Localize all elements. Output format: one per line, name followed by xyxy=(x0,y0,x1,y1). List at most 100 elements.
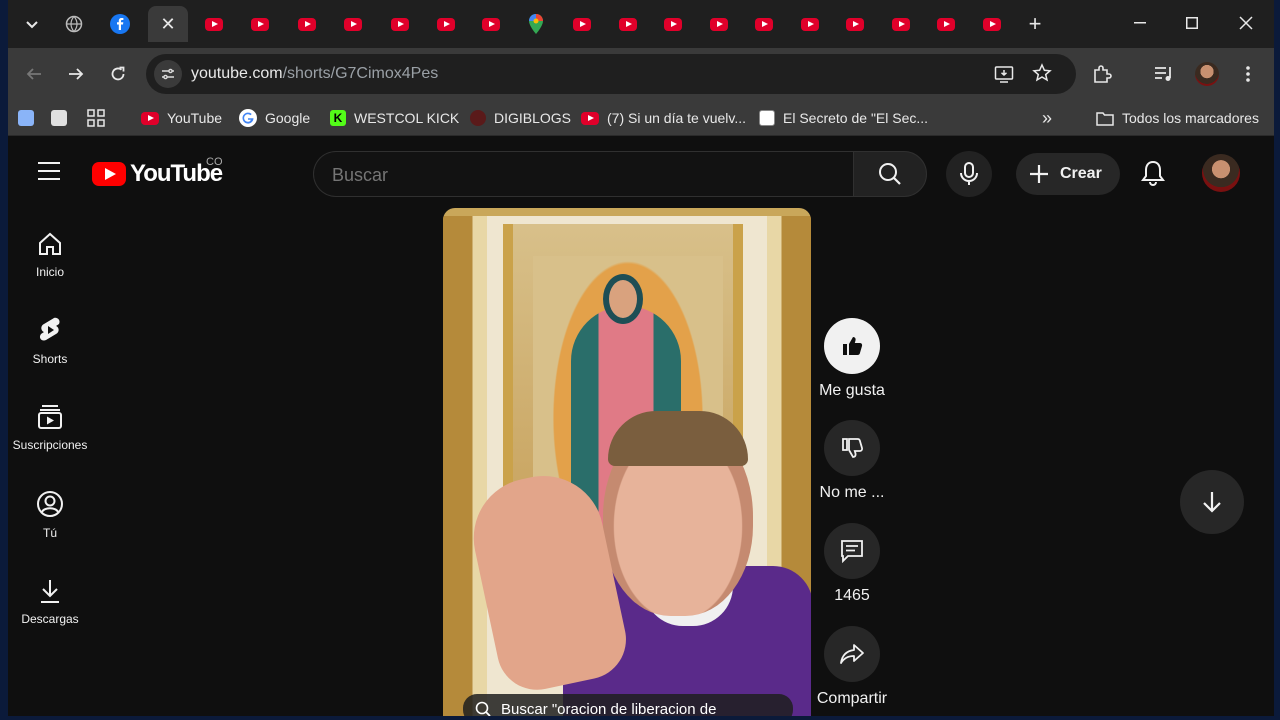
youtube-tab[interactable] xyxy=(566,8,598,40)
bookmarks-bar: YouTube Google K WESTCOL KICK DIGIBLOGS … xyxy=(8,100,1274,136)
like-button[interactable] xyxy=(824,318,880,374)
close-icon xyxy=(1239,16,1253,30)
bookmark-star-icon[interactable] xyxy=(1032,63,1052,88)
address-bar[interactable]: youtube.com/shorts/G7Cimox4Pes xyxy=(146,54,1076,94)
short-search-text: Buscar "oracion de liberacion de xyxy=(501,700,717,717)
bookmark-label: Todos los marcadores xyxy=(1122,110,1259,126)
apps-grid-button[interactable] xyxy=(87,108,105,128)
youtube-tab[interactable] xyxy=(976,8,1008,40)
account-avatar[interactable] xyxy=(1202,154,1240,192)
youtube-tab[interactable] xyxy=(657,8,689,40)
bookmark-westcol-kick[interactable]: K WESTCOL KICK xyxy=(330,108,459,128)
bookmark-youtube[interactable]: YouTube xyxy=(141,108,222,128)
voice-search-button[interactable] xyxy=(946,151,992,197)
globe-icon xyxy=(65,15,83,33)
youtube-icon xyxy=(391,17,409,31)
guide-menu-button[interactable] xyxy=(38,162,60,180)
youtube-icon xyxy=(205,17,223,31)
dislike-button[interactable] xyxy=(824,420,880,476)
comments-count: 1465 xyxy=(834,587,870,604)
thumbs-down-icon xyxy=(842,438,864,458)
new-tab-button[interactable]: + xyxy=(1019,8,1051,40)
youtube-tab[interactable] xyxy=(475,8,507,40)
youtube-tab[interactable] xyxy=(885,8,917,40)
puzzle-icon xyxy=(1094,65,1112,83)
sidebar-item-label: Descargas xyxy=(21,612,79,626)
dislike-action[interactable]: No me ... xyxy=(816,420,888,502)
youtube-tab[interactable] xyxy=(244,8,276,40)
sidebar-item-shorts[interactable]: Shorts xyxy=(8,304,92,378)
bookmark-el-secreto[interactable]: El Secreto de "El Sec... xyxy=(759,108,928,128)
minimize-button[interactable] xyxy=(1114,0,1166,46)
bookmark-google[interactable]: Google xyxy=(239,108,310,128)
active-tab[interactable]: ✕ xyxy=(148,6,188,42)
maps-tab[interactable] xyxy=(520,8,552,40)
youtube-icon xyxy=(619,17,637,31)
like-action[interactable]: Me gusta xyxy=(816,318,888,400)
notifications-button[interactable] xyxy=(1138,158,1168,188)
sidebar-item-descargas[interactable]: Descargas xyxy=(8,565,92,639)
close-tab-icon[interactable]: ✕ xyxy=(160,14,175,35)
search-input[interactable] xyxy=(332,165,832,186)
sidebar-item-label: Suscripciones xyxy=(12,438,88,452)
app-shortcut[interactable] xyxy=(18,108,34,128)
url-domain: youtube.com xyxy=(191,65,283,82)
youtube-tab[interactable] xyxy=(794,8,826,40)
next-short-button[interactable] xyxy=(1180,470,1244,534)
extensions-button[interactable] xyxy=(1086,58,1118,90)
country-code: CO xyxy=(206,156,223,168)
create-button[interactable]: Crear xyxy=(1016,153,1120,195)
back-button[interactable] xyxy=(18,58,50,90)
short-search-suggestion[interactable]: Buscar "oracion de liberacion de xyxy=(463,694,793,716)
subscriptions-icon xyxy=(38,405,62,429)
bookmark-youtube-video[interactable]: (7) Si un día te vuelv... xyxy=(581,108,746,128)
app-shortcut[interactable] xyxy=(51,108,67,128)
youtube-icon xyxy=(482,17,500,31)
tab-search-button[interactable] xyxy=(16,8,48,40)
install-app-icon[interactable] xyxy=(994,64,1014,89)
reload-button[interactable] xyxy=(102,58,134,90)
youtube-tab[interactable] xyxy=(337,8,369,40)
youtube-icon xyxy=(141,111,159,125)
url-text[interactable]: youtube.com/shorts/G7Cimox4Pes xyxy=(191,65,438,83)
bookmark-label: YouTube xyxy=(167,110,223,126)
youtube-tab[interactable] xyxy=(839,8,871,40)
comments-button[interactable] xyxy=(824,523,880,579)
forward-button[interactable] xyxy=(60,58,92,90)
sidebar-item-inicio[interactable]: Inicio xyxy=(8,218,92,292)
media-control-button[interactable] xyxy=(1148,58,1180,90)
search-button[interactable] xyxy=(853,151,927,197)
youtube-tab[interactable] xyxy=(703,8,735,40)
facebook-tab[interactable] xyxy=(104,8,136,40)
profile-button[interactable] xyxy=(1191,58,1223,90)
chevron-down-icon xyxy=(26,21,38,29)
youtube-logo[interactable]: YouTube xyxy=(92,160,223,188)
painting-face xyxy=(603,274,643,324)
priest-hair xyxy=(608,411,748,466)
youtube-icon xyxy=(581,111,599,125)
youtube-logo-icon xyxy=(92,162,126,186)
youtube-tab[interactable] xyxy=(384,8,416,40)
youtube-tab[interactable] xyxy=(612,8,644,40)
youtube-tab[interactable] xyxy=(930,8,962,40)
site-icon xyxy=(759,110,775,126)
youtube-tab[interactable] xyxy=(291,8,323,40)
youtube-tab[interactable] xyxy=(198,8,230,40)
short-video-player[interactable]: Buscar "oracion de liberacion de xyxy=(443,208,811,716)
bookmarks-overflow-button[interactable]: » xyxy=(1042,108,1052,128)
site-info-icon[interactable] xyxy=(154,60,182,88)
share-button[interactable] xyxy=(824,626,880,682)
all-bookmarks-folder[interactable]: Todos los marcadores xyxy=(1096,108,1259,128)
sidebar-item-tu[interactable]: Tú xyxy=(8,478,92,552)
menu-button[interactable] xyxy=(1232,58,1264,90)
share-action[interactable]: Compartir xyxy=(816,626,888,708)
globe-tab[interactable] xyxy=(58,8,90,40)
close-window-button[interactable] xyxy=(1220,0,1272,46)
youtube-tab[interactable] xyxy=(430,8,462,40)
youtube-tab[interactable] xyxy=(748,8,780,40)
sidebar-item-suscripciones[interactable]: Suscripciones xyxy=(8,391,92,465)
maximize-button[interactable] xyxy=(1166,0,1218,46)
arrow-right-icon xyxy=(69,68,84,80)
bookmark-digiblogs[interactable]: DIGIBLOGS xyxy=(470,108,571,128)
comments-action[interactable]: 1465 xyxy=(816,523,888,605)
